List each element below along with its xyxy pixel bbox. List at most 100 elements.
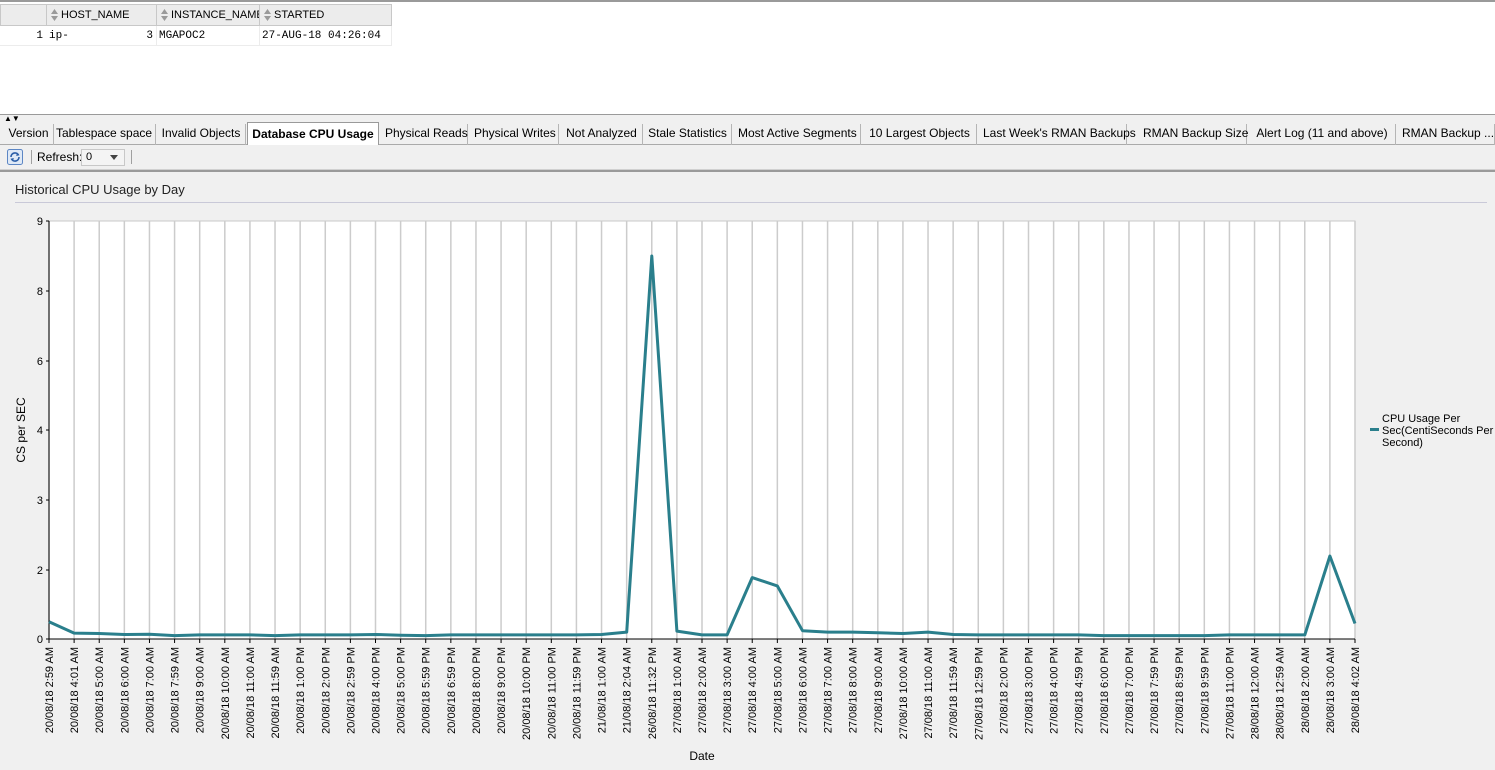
x-tick-label: 20/08/18 5:59 PM — [421, 647, 433, 734]
x-tick-label: 20/08/18 6:00 AM — [119, 647, 131, 733]
legend-label: CPU Usage Per Sec(CentiSeconds Per Secon… — [1382, 413, 1494, 449]
x-tick-label: 27/08/18 5:00 AM — [772, 647, 784, 733]
tab-physical-writes[interactable]: Physical Writes — [470, 124, 559, 145]
y-tick-label: 4 — [37, 425, 43, 437]
query-result-panel: HOST_NAME INSTANCE_NAME STARTED 1 ip- 3 M… — [0, 0, 1495, 116]
x-tick-label: 26/08/18 11:32 PM — [647, 647, 659, 739]
tab-not-analyzed[interactable]: Not Analyzed — [561, 124, 643, 145]
tab-database-cpu-usage[interactable]: Database CPU Usage — [247, 122, 379, 145]
y-tick-label: 3 — [37, 495, 43, 507]
x-tick-label: 28/08/18 12:59 AM — [1275, 647, 1287, 739]
column-header-host-name[interactable]: HOST_NAME — [46, 4, 157, 26]
refresh-icon[interactable] — [7, 149, 23, 165]
x-tick-label: 27/08/18 10:00 AM — [898, 647, 910, 739]
report-tabs: Version Tablespace space Invalid Objects Da… — [0, 122, 1495, 145]
x-tick-label: 27/08/18 7:59 PM — [1149, 647, 1161, 734]
x-tick-label: 20/08/18 8:00 PM — [471, 647, 483, 734]
column-label: HOST_NAME — [61, 9, 130, 21]
chart-toolbar: Refresh: 0 — [0, 145, 1495, 170]
x-tick-label: 20/08/18 2:59 PM — [345, 647, 357, 734]
x-axis-label: Date — [689, 749, 715, 763]
x-tick-label: 20/08/18 11:59 PM — [571, 647, 583, 739]
cell-host-name[interactable]: ip- 3 — [46, 26, 157, 46]
toolbar-separator — [31, 150, 32, 164]
x-tick-label: 28/08/18 4:02 AM — [1350, 647, 1362, 733]
x-tick-label: 27/08/18 1:00 AM — [672, 647, 684, 733]
column-label: INSTANCE_NAME — [171, 9, 264, 21]
x-tick-label: 20/08/18 4:01 AM — [69, 647, 81, 733]
tab-10-largest-objects[interactable]: 10 Largest Objects — [863, 124, 977, 145]
x-tick-label: 20/08/18 6:59 PM — [446, 647, 458, 734]
x-tick-label: 28/08/18 12:00 AM — [1250, 647, 1262, 739]
x-tick-label: 27/08/18 3:00 AM — [722, 647, 734, 733]
x-tick-label: 27/08/18 12:59 PM — [973, 647, 985, 740]
column-header-instance-name[interactable]: INSTANCE_NAME — [156, 4, 264, 26]
tab-rman-backup-size[interactable]: RMAN Backup Size — [1139, 124, 1248, 145]
tab-version[interactable]: Version — [4, 124, 54, 145]
panel-splitter[interactable]: ▲▼ — [0, 114, 1495, 123]
x-tick-label: 20/08/18 11:00 PM — [546, 647, 558, 739]
x-tick-label: 27/08/18 8:00 AM — [848, 647, 860, 733]
toolbar-separator — [131, 150, 132, 164]
tab-most-active-segments[interactable]: Most Active Segments — [734, 124, 861, 145]
y-tick-label: 8 — [37, 286, 43, 298]
cell-instance-name[interactable]: MGAPOC2 — [156, 26, 260, 46]
sort-icon — [264, 9, 271, 21]
chart-panel: Historical CPU Usage by Day 9 8 6 4 3 2 0 20/08… — [0, 170, 1495, 770]
x-tick-label: 27/08/18 2:00 AM — [697, 647, 709, 733]
tab-stale-statistics[interactable]: Stale Statistics — [644, 124, 732, 145]
x-tick-label: 20/08/18 1:00 PM — [295, 647, 307, 734]
tab-rman-backup[interactable]: RMAN Backup ... — [1398, 124, 1495, 145]
tab-alert-log-11-and-above[interactable]: Alert Log (11 and above) — [1249, 124, 1396, 145]
y-axis-label: CS per SEC — [14, 397, 28, 463]
x-tick-label: 20/08/18 5:00 AM — [94, 647, 106, 733]
cpu-usage-chart: 9 8 6 4 3 2 020/08/18 2:59 AM 20/08/18 4:01 AM 2… — [14, 216, 1362, 763]
tab-tablespace-space[interactable]: Tablespace space — [52, 124, 156, 145]
tab-invalid-objects[interactable]: Invalid Objects — [157, 124, 246, 145]
x-tick-label: 20/08/18 2:00 PM — [320, 647, 332, 734]
x-tick-label: 28/08/18 3:00 AM — [1325, 647, 1337, 733]
sort-icon — [161, 9, 168, 21]
sort-icon — [51, 9, 58, 21]
y-tick-label: 6 — [37, 356, 43, 368]
cell-started[interactable]: 27-AUG-18 04:26:04 — [259, 26, 392, 46]
x-tick-label: 20/08/18 9:00 PM — [496, 647, 508, 734]
tab-physical-reads[interactable]: Physical Reads — [381, 124, 468, 145]
x-tick-label: 28/08/18 2:00 AM — [1300, 647, 1312, 733]
x-tick-label: 27/08/18 3:00 PM — [1024, 647, 1036, 734]
y-tick-label: 2 — [37, 565, 43, 577]
x-tick-label: 27/08/18 7:00 PM — [1124, 647, 1136, 734]
x-tick-label: 27/08/18 9:00 AM — [873, 647, 885, 733]
x-tick-label: 20/08/18 7:00 AM — [144, 647, 156, 733]
x-tick-label: 20/08/18 11:00 AM — [245, 647, 257, 739]
x-tick-label: 27/08/18 9:59 PM — [1199, 647, 1211, 734]
x-tick-label: 21/08/18 2:04 AM — [622, 647, 634, 733]
refresh-interval-select[interactable]: 0 — [81, 149, 125, 166]
x-tick-label: 20/08/18 10:00 AM — [220, 647, 232, 739]
x-tick-label: 27/08/18 4:59 PM — [1074, 647, 1086, 734]
x-tick-label: 20/08/18 5:00 PM — [396, 647, 408, 734]
x-tick-label: 27/08/18 4:00 PM — [1049, 647, 1061, 734]
cell-host-name-value: ip- — [49, 30, 69, 42]
y-tick-label: 9 — [37, 216, 43, 228]
x-tick-label: 27/08/18 11:59 AM — [948, 647, 960, 739]
column-label: STARTED — [274, 9, 325, 21]
x-tick-label: 20/08/18 4:00 PM — [371, 647, 383, 734]
x-tick-label: 27/08/18 6:00 PM — [1099, 647, 1111, 734]
x-tick-label: 20/08/18 10:00 PM — [521, 647, 533, 740]
x-tick-label: 27/08/18 6:00 AM — [797, 647, 809, 733]
column-header-started[interactable]: STARTED — [259, 4, 392, 26]
y-tick-label: 0 — [37, 634, 43, 646]
refresh-interval-value: 0 — [86, 151, 93, 163]
refresh-label: Refresh: — [37, 150, 83, 164]
x-tick-label: 27/08/18 11:00 AM — [923, 647, 935, 739]
grid-corner-header — [0, 4, 47, 26]
x-tick-label: 20/08/18 2:59 AM — [44, 647, 56, 733]
x-tick-label: 27/08/18 11:00 PM — [1224, 647, 1236, 739]
x-tick-label: 21/08/18 1:00 AM — [597, 647, 609, 733]
legend-swatch — [1370, 428, 1379, 431]
cell-host-name-tail: 3 — [146, 30, 153, 42]
tab-last-week-s-rman-backups[interactable]: Last Week's RMAN Backups — [979, 124, 1136, 145]
x-tick-label: 20/08/18 9:00 AM — [195, 647, 207, 733]
x-tick-label: 27/08/18 7:00 AM — [823, 647, 835, 733]
